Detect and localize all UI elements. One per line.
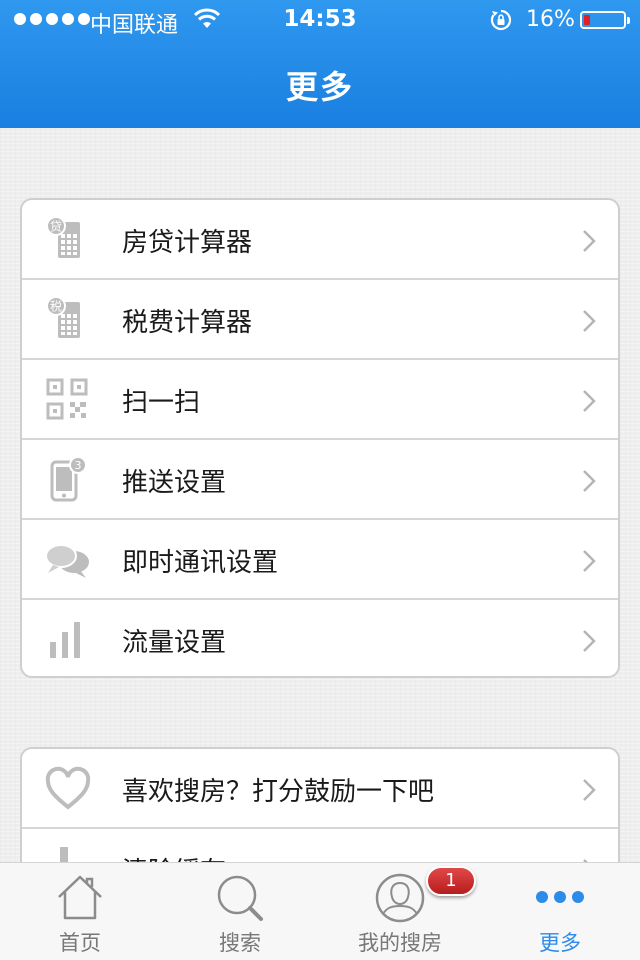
chat-bubbles-icon bbox=[45, 544, 89, 578]
menu-item-label: 扫一扫 bbox=[122, 388, 201, 418]
tab-label: 我的搜房 bbox=[358, 931, 442, 955]
menu-item-data-usage-settings[interactable]: 流量设置 bbox=[22, 600, 618, 676]
header: 中国联通 14:53 16% 更多 bbox=[0, 0, 640, 128]
menu-item-label: 推送设置 bbox=[122, 468, 227, 498]
battery-icon bbox=[580, 11, 630, 29]
svg-text:贷: 贷 bbox=[50, 220, 62, 234]
tools-settings-list: 贷 房贷计算器 税 税费计算器 扫一扫 3 推送设置 即时通讯设置 流量设置 bbox=[20, 198, 620, 678]
menu-item-label: 喜欢搜房？打分鼓励一下吧 bbox=[122, 777, 435, 807]
chevron-right-icon bbox=[583, 470, 596, 492]
chevron-right-icon bbox=[583, 550, 596, 572]
search-icon bbox=[217, 875, 263, 921]
mortgage-calculator-icon: 贷 bbox=[46, 216, 80, 258]
chevron-right-icon bbox=[583, 630, 596, 652]
chevron-right-icon bbox=[583, 230, 596, 252]
menu-item-push-settings[interactable]: 3 推送设置 bbox=[22, 440, 618, 520]
chevron-right-icon bbox=[583, 779, 596, 801]
menu-item-label: 税费计算器 bbox=[122, 308, 253, 338]
qr-code-icon bbox=[46, 378, 88, 420]
svg-text:3: 3 bbox=[75, 459, 82, 472]
menu-item-im-settings[interactable]: 即时通讯设置 bbox=[22, 520, 618, 600]
menu-item-rate-app[interactable]: 喜欢搜房？打分鼓励一下吧 bbox=[22, 749, 618, 829]
heart-icon bbox=[45, 766, 91, 810]
tab-label: 首页 bbox=[59, 931, 101, 955]
tab-label: 更多 bbox=[539, 931, 581, 955]
page-title: 更多 bbox=[285, 68, 354, 106]
menu-item-label: 即时通讯设置 bbox=[122, 548, 279, 578]
home-icon bbox=[58, 875, 102, 920]
menu-item-tax-calculator[interactable]: 税 税费计算器 bbox=[22, 280, 618, 360]
svg-text:税: 税 bbox=[50, 300, 62, 314]
menu-item-mortgage-calculator[interactable]: 贷 房贷计算器 bbox=[22, 200, 618, 280]
battery-percent: 16% bbox=[526, 7, 575, 32]
battery-level-fill bbox=[584, 15, 590, 25]
tab-home[interactable]: 首页 bbox=[0, 863, 160, 960]
phone-notification-icon: 3 bbox=[50, 456, 87, 502]
menu-item-scan[interactable]: 扫一扫 bbox=[22, 360, 618, 440]
notification-badge: 1 bbox=[426, 866, 476, 896]
tab-more[interactable]: 更多 bbox=[480, 863, 640, 960]
chevron-right-icon bbox=[583, 310, 596, 332]
tab-search[interactable]: 搜索 bbox=[160, 863, 320, 960]
tab-label: 搜索 bbox=[219, 931, 261, 955]
more-dots-icon bbox=[536, 891, 584, 903]
chevron-right-icon bbox=[583, 390, 596, 412]
bar-chart-icon bbox=[50, 622, 80, 658]
menu-item-label: 流量设置 bbox=[122, 628, 227, 658]
tax-calculator-icon: 税 bbox=[46, 296, 80, 338]
status-bar: 中国联通 14:53 16% bbox=[0, 0, 640, 40]
rotation-lock-icon bbox=[490, 9, 512, 31]
menu-item-label: 房贷计算器 bbox=[122, 228, 253, 258]
user-icon bbox=[375, 873, 425, 923]
tab-bar: 首页 搜索 我的搜房 更多 bbox=[0, 862, 640, 960]
